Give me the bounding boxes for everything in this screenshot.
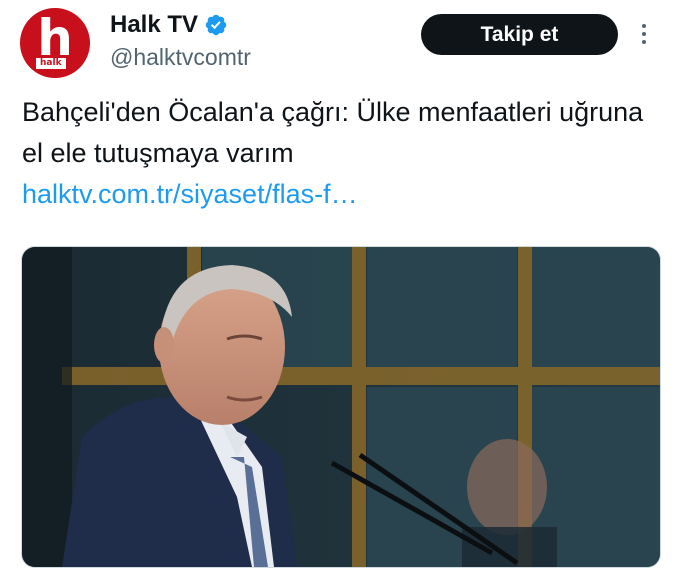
avatar-logo-caption: halk <box>36 58 66 69</box>
more-vertical-icon[interactable] <box>632 20 656 50</box>
tweet-body: Bahçeli'den Öcalan'a çağrı: Ülke menfaat… <box>22 97 644 168</box>
verified-badge-icon <box>204 13 228 37</box>
tweet-link[interactable]: halktv.com.tr/siyaset/flas-f… <box>22 174 662 215</box>
tweet-media-photo[interactable] <box>21 246 661 568</box>
display-name[interactable]: Halk TV <box>110 12 198 38</box>
profile-avatar[interactable]: h halk <box>20 8 90 78</box>
name-row: Halk TV <box>110 12 228 38</box>
follow-button[interactable]: Takip et <box>421 14 618 55</box>
account-handle[interactable]: @halktvcomtr <box>110 44 251 70</box>
tweet-text: Bahçeli'den Öcalan'a çağrı: Ülke menfaat… <box>22 92 662 215</box>
